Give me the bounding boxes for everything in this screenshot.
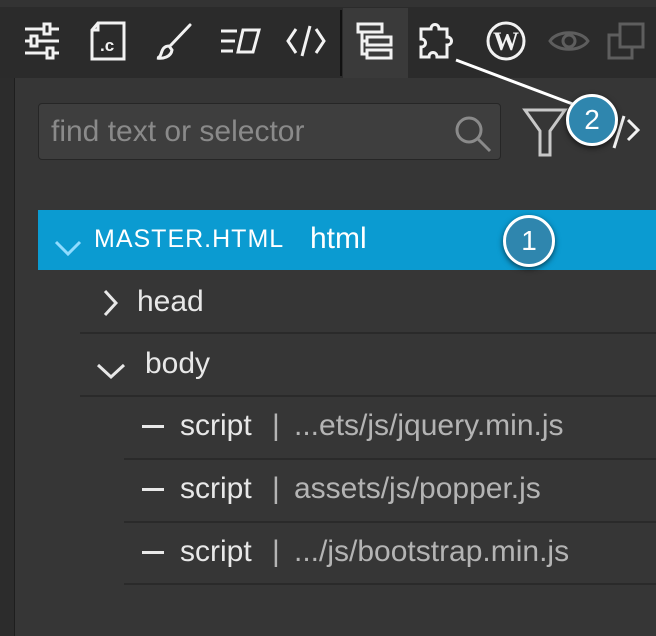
callout-pointer-line [455, 58, 579, 108]
callout-badge-2: 2 [566, 94, 618, 146]
callout-badge-1: 1 [503, 215, 555, 267]
